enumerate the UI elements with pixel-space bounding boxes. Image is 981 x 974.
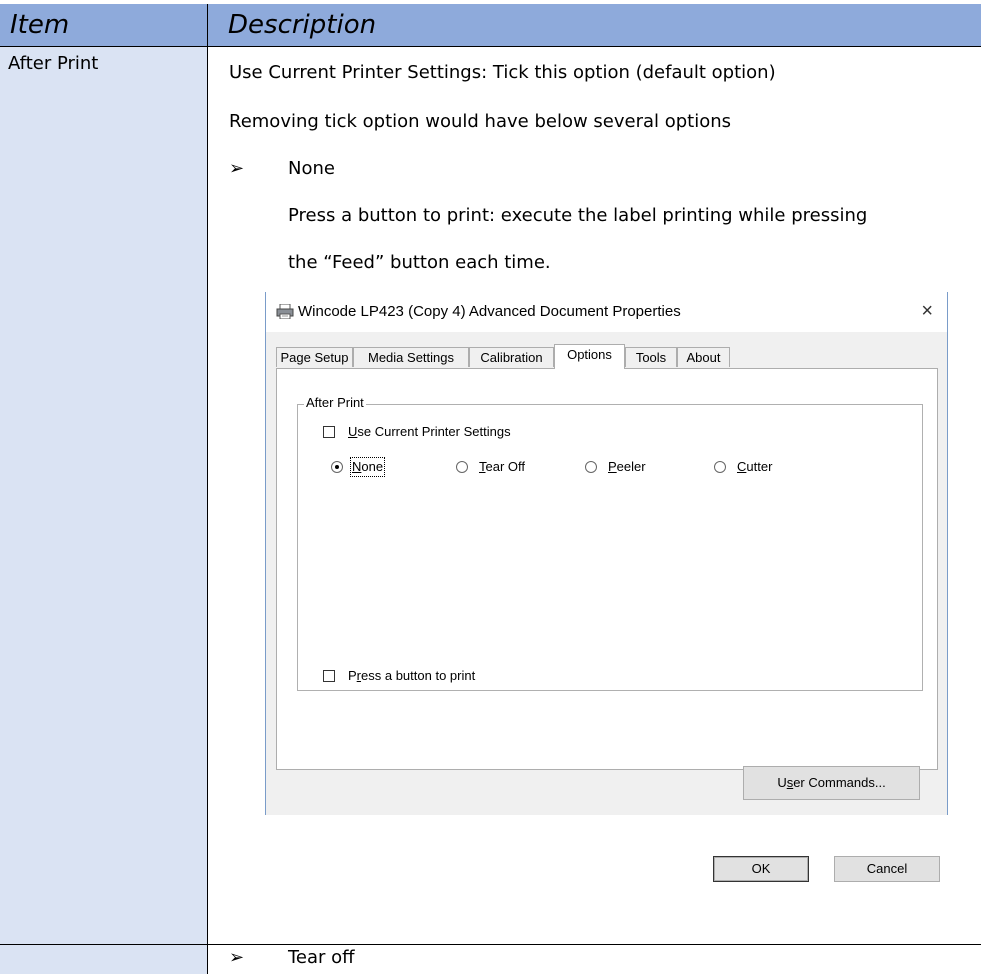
row-divider	[0, 944, 981, 945]
column-divider	[207, 4, 208, 974]
press-button-to-print-label[interactable]: Press a button to print	[348, 668, 475, 684]
tab-media-settings[interactable]: Media Settings	[353, 347, 469, 367]
document-properties-dialog: Wincode LP423 (Copy 4) Advanced Document…	[265, 292, 948, 882]
item-column	[0, 47, 207, 974]
close-icon[interactable]: ×	[921, 300, 933, 322]
tab-page-setup[interactable]: Page Setup	[276, 347, 353, 367]
after-print-group	[297, 404, 923, 691]
dialog-title: Wincode LP423 (Copy 4) Advanced Document…	[298, 303, 681, 320]
radio-tear-off[interactable]	[456, 461, 468, 473]
radio-none-label[interactable]: None	[349, 457, 386, 477]
header-item-label: Item	[10, 10, 70, 40]
bullet-none: None	[288, 158, 335, 179]
row1-line3: Press a button to print: execute the lab…	[288, 205, 868, 226]
radio-peeler-label[interactable]: Peeler	[608, 459, 646, 475]
printer-icon	[276, 304, 294, 319]
use-current-printer-settings-checkbox[interactable]	[323, 426, 335, 438]
after-print-group-label: After Print	[304, 395, 366, 411]
radio-none[interactable]	[331, 461, 343, 473]
row1-item-label: After Print	[8, 53, 99, 74]
arrow-bullet-icon: ➢	[229, 158, 245, 179]
tab-options[interactable]: Options	[554, 344, 625, 369]
use-current-label-rest: se Current Printer Settings	[357, 424, 511, 439]
radio-cutter[interactable]	[714, 461, 726, 473]
tab-about[interactable]: About	[677, 347, 730, 367]
cancel-button[interactable]: Cancel	[834, 856, 940, 882]
user-commands-button[interactable]: User Commands...	[743, 766, 920, 800]
dialog-title-bar: Wincode LP423 (Copy 4) Advanced Document…	[266, 292, 947, 332]
press-button-to-print-checkbox[interactable]	[323, 670, 335, 682]
use-current-printer-settings-label[interactable]: Use Current Printer Settings	[348, 424, 511, 440]
table-header-description: Description	[208, 4, 981, 46]
radio-cutter-label[interactable]: Cutter	[737, 459, 772, 475]
table-header-item: Item	[0, 4, 207, 46]
row1-line4: the “Feed” button each time.	[288, 252, 551, 273]
radio-peeler[interactable]	[585, 461, 597, 473]
row1-line1: Use Current Printer Settings: Tick this …	[229, 62, 776, 83]
bullet-tear-off: Tear off	[288, 947, 355, 968]
radio-tear-off-label[interactable]: Tear Off	[479, 459, 525, 475]
tab-calibration[interactable]: Calibration	[469, 347, 554, 367]
ok-button[interactable]: OK	[713, 856, 809, 882]
header-divider	[0, 46, 981, 47]
arrow-bullet-icon: ➢	[229, 947, 245, 968]
tab-tools[interactable]: Tools	[625, 347, 677, 367]
row1-line2: Removing tick option would have below se…	[229, 111, 732, 132]
header-description-label: Description	[228, 10, 377, 40]
